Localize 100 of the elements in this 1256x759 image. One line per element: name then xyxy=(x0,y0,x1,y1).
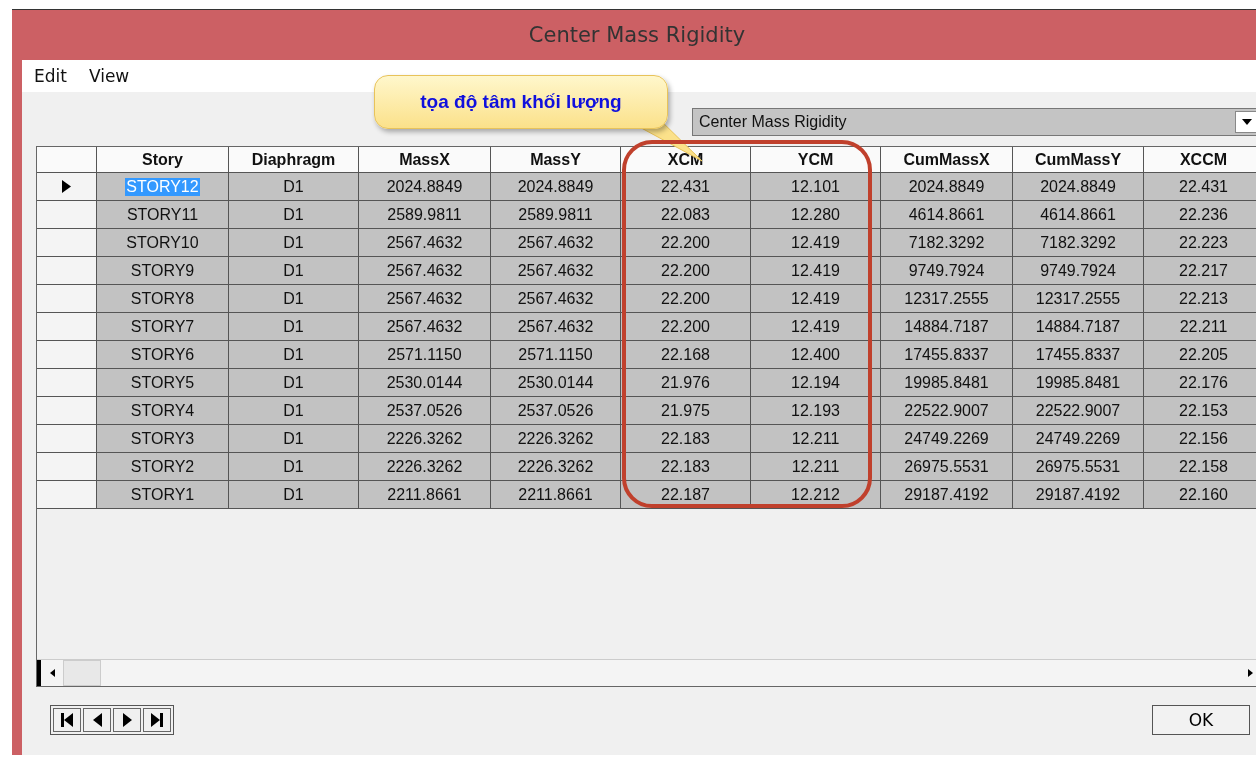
ok-button[interactable]: OK xyxy=(1152,705,1250,735)
row-header[interactable] xyxy=(37,397,97,425)
table-cell: 17455.8337 xyxy=(1013,341,1144,369)
menu-item[interactable]: Edit xyxy=(34,66,67,86)
row-header[interactable] xyxy=(37,481,97,509)
table-cell: 7182.3292 xyxy=(881,229,1013,257)
table-cell: 2024.8849 xyxy=(881,173,1013,201)
table-cell: 2567.4632 xyxy=(491,313,621,341)
table-cell: 2024.8849 xyxy=(491,173,621,201)
table-cell: 17455.8337 xyxy=(881,341,1013,369)
table-cell: 12317.2555 xyxy=(881,285,1013,313)
table-cell: 22522.9007 xyxy=(1013,397,1144,425)
table-cell: 22.431 xyxy=(621,173,751,201)
table-cell: 2537.0526 xyxy=(359,397,491,425)
table-cell: STORY4 xyxy=(97,397,229,425)
row-header[interactable] xyxy=(37,285,97,313)
table-cell: D1 xyxy=(229,229,359,257)
table-cell: 12.211 xyxy=(751,453,881,481)
table-dropdown[interactable]: Center Mass Rigidity xyxy=(692,108,1256,136)
last-record-icon[interactable] xyxy=(143,708,171,732)
table-cell: 12.211 xyxy=(751,425,881,453)
table-cell: 22.211 xyxy=(1144,313,1256,341)
column-header[interactable]: YCM xyxy=(751,147,881,173)
column-header[interactable]: Diaphragm xyxy=(229,147,359,173)
table-cell: 21.975 xyxy=(621,397,751,425)
table-cell: 26975.5531 xyxy=(1013,453,1144,481)
row-header[interactable] xyxy=(37,425,97,453)
table-cell: 2226.3262 xyxy=(491,453,621,481)
table-cell: D1 xyxy=(229,257,359,285)
table-cell: D1 xyxy=(229,453,359,481)
table-cell: 2567.4632 xyxy=(359,285,491,313)
next-record-icon[interactable] xyxy=(113,708,141,732)
table-cell: 2226.3262 xyxy=(491,425,621,453)
table-cell: 9749.7924 xyxy=(881,257,1013,285)
table-cell: 22.176 xyxy=(1144,369,1256,397)
column-header[interactable]: CumMassY xyxy=(1013,147,1144,173)
column-header[interactable]: MassY xyxy=(491,147,621,173)
row-header[interactable] xyxy=(37,173,97,201)
table-cell: 12.419 xyxy=(751,313,881,341)
table-cell: 22.213 xyxy=(1144,285,1256,313)
table-cell: D1 xyxy=(229,201,359,229)
table-cell: D1 xyxy=(229,481,359,509)
table-cell: 2024.8849 xyxy=(359,173,491,201)
table-cell: 2226.3262 xyxy=(359,425,491,453)
table-cell: 12.193 xyxy=(751,397,881,425)
table-cell: 24749.2269 xyxy=(881,425,1013,453)
row-header[interactable] xyxy=(37,201,97,229)
row-header[interactable] xyxy=(37,257,97,285)
table-cell: 22.200 xyxy=(621,313,751,341)
table-cell: STORY12 xyxy=(97,173,229,201)
scroll-thumb[interactable] xyxy=(63,660,101,686)
table-cell: 22.200 xyxy=(621,257,751,285)
table-cell: 9749.7924 xyxy=(1013,257,1144,285)
table-cell: 22.205 xyxy=(1144,341,1256,369)
table-cell: 22.083 xyxy=(621,201,751,229)
column-header[interactable]: CumMassX xyxy=(881,147,1013,173)
table-cell: 24749.2269 xyxy=(1013,425,1144,453)
first-record-icon[interactable] xyxy=(53,708,81,732)
menu-item[interactable]: View xyxy=(88,66,130,86)
table-cell: 21.976 xyxy=(621,369,751,397)
table-cell: 2589.9811 xyxy=(359,201,491,229)
table-cell: STORY11 xyxy=(97,201,229,229)
column-header[interactable]: XCCM xyxy=(1144,147,1256,173)
table-cell: 19985.8481 xyxy=(1013,369,1144,397)
table-cell: 22.183 xyxy=(621,425,751,453)
table-cell: 2530.0144 xyxy=(359,369,491,397)
table-cell: STORY9 xyxy=(97,257,229,285)
table-cell: 22.156 xyxy=(1144,425,1256,453)
table-cell: 22.158 xyxy=(1144,453,1256,481)
table-cell: 2567.4632 xyxy=(359,313,491,341)
table-cell: 2537.0526 xyxy=(491,397,621,425)
table-cell: STORY6 xyxy=(97,341,229,369)
table-cell: D1 xyxy=(229,425,359,453)
table-cell: 22522.9007 xyxy=(881,397,1013,425)
row-header[interactable] xyxy=(37,369,97,397)
table-cell: 2567.4632 xyxy=(359,257,491,285)
table-cell: 2211.8661 xyxy=(491,481,621,509)
row-header[interactable] xyxy=(37,313,97,341)
row-header[interactable] xyxy=(37,229,97,257)
column-header[interactable]: MassX xyxy=(359,147,491,173)
table-cell: 29187.4192 xyxy=(881,481,1013,509)
table-cell: 12.419 xyxy=(751,285,881,313)
row-header[interactable] xyxy=(37,453,97,481)
table-cell: 2226.3262 xyxy=(359,453,491,481)
table-cell: 12.400 xyxy=(751,341,881,369)
table-cell: 2571.1150 xyxy=(491,341,621,369)
previous-record-icon[interactable] xyxy=(83,708,111,732)
horizontal-scrollbar[interactable] xyxy=(37,659,1256,686)
table-cell: 12.419 xyxy=(751,257,881,285)
row-header[interactable] xyxy=(37,341,97,369)
table-cell: 2589.9811 xyxy=(491,201,621,229)
column-header[interactable]: Story xyxy=(97,147,229,173)
table-cell: 2571.1150 xyxy=(359,341,491,369)
table-cell: 12.101 xyxy=(751,173,881,201)
table-cell: 29187.4192 xyxy=(1013,481,1144,509)
table-cell: 2567.4632 xyxy=(491,229,621,257)
window-title: Center Mass Rigidity xyxy=(528,23,746,47)
table-cell: 2567.4632 xyxy=(359,229,491,257)
table-cell: 12.419 xyxy=(751,229,881,257)
table-cell: 4614.8661 xyxy=(881,201,1013,229)
